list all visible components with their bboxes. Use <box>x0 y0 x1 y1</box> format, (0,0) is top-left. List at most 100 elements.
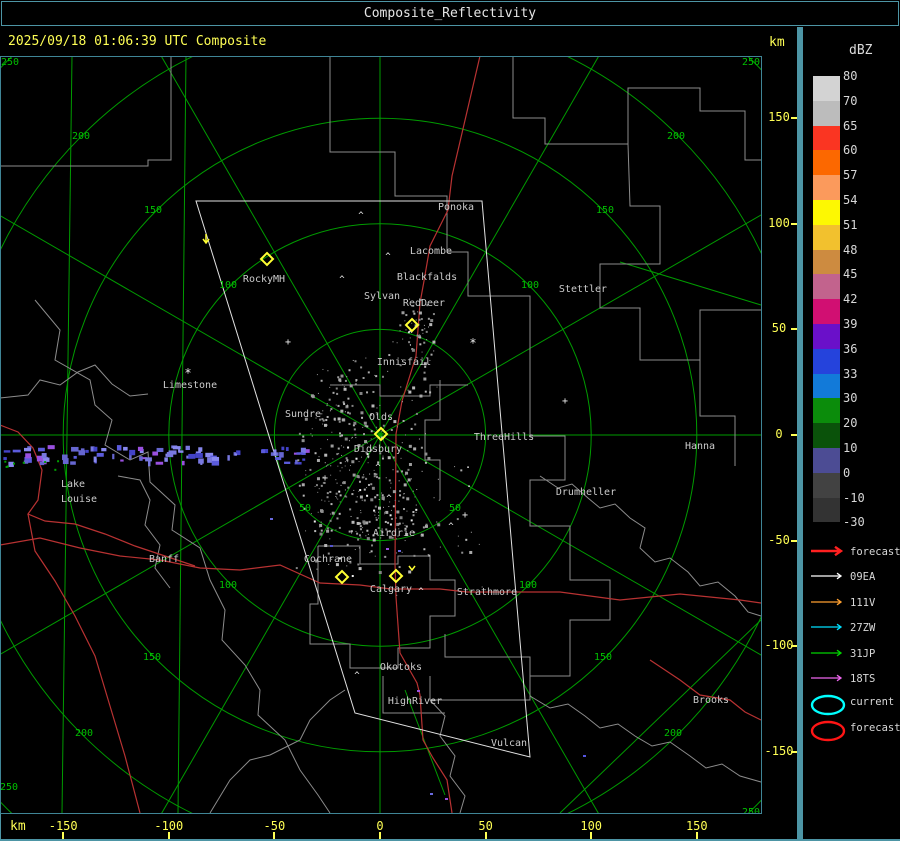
reflectivity-echo <box>405 314 408 317</box>
reflectivity-echo <box>314 485 316 487</box>
radar-map[interactable]: 50 50 100 100 100 100 150 150 150 150 200 200 200 200… <box>0 56 762 814</box>
product-timestamp: 2025/09/18 01:06:39 UTC Composite <box>8 34 267 49</box>
city-label: Drumheller <box>556 487 616 498</box>
bottom-axis-label: -100 <box>154 819 184 833</box>
reflectivity-echo <box>336 517 339 520</box>
clutter-echo <box>39 461 45 466</box>
reflectivity-echo <box>326 415 329 418</box>
clutter-echo <box>6 465 9 468</box>
reflectivity-echo <box>456 518 459 521</box>
reflectivity-echo <box>406 510 408 512</box>
ring-distance-label: 250 <box>742 57 760 68</box>
scale-value-label: 33 <box>843 366 858 381</box>
reflectivity-echo <box>430 319 434 323</box>
forecast-ellipse-icon <box>810 720 846 742</box>
city-label: Calgary <box>370 584 412 595</box>
city-label: Banff <box>149 554 179 565</box>
reflectivity-echo <box>314 530 317 533</box>
reflectivity-echo <box>347 411 350 414</box>
legend-track-111v-label: 111V <box>850 597 876 609</box>
scale-color-band <box>813 200 840 225</box>
reflectivity-echo <box>428 554 431 557</box>
reflectivity-echo <box>382 455 384 457</box>
reflectivity-echo <box>414 423 417 426</box>
reflectivity-echo <box>415 504 417 506</box>
ring-distance-label: 100 <box>219 280 237 291</box>
reflectivity-echo <box>309 468 312 471</box>
reflectivity-echo <box>412 510 415 513</box>
scale-color-band <box>813 224 840 250</box>
city-label: Didsbury <box>354 444 402 455</box>
reflectivity-echo <box>315 484 318 487</box>
clutter-echo <box>145 457 152 462</box>
caret-marker: ^ <box>386 494 392 504</box>
reflectivity-echo <box>353 428 356 431</box>
reflectivity-echo <box>385 477 387 479</box>
scale-color-band <box>813 175 840 200</box>
reflectivity-echo <box>302 435 305 438</box>
track-arrow-icon <box>811 572 843 580</box>
reflectivity-echo <box>369 473 371 475</box>
city-label: Ponoka <box>438 202 474 213</box>
clutter-echo <box>73 455 77 459</box>
reflectivity-echo <box>346 459 349 462</box>
clutter-echo <box>112 453 115 460</box>
scale-color-band <box>813 100 840 126</box>
reflectivity-echo <box>338 420 341 423</box>
bottom-axis-tick <box>379 832 381 839</box>
clutter-echo <box>25 453 32 459</box>
plus-marker: + <box>562 396 568 407</box>
clutter-echo <box>195 452 203 458</box>
reflectivity-echo <box>360 456 362 458</box>
reflectivity-echo <box>415 412 418 415</box>
reflectivity-echo <box>417 311 419 313</box>
reflectivity-echo <box>384 511 386 513</box>
track-arrow-icon <box>811 598 843 606</box>
reflectivity-echo <box>327 464 329 466</box>
clutter-echo <box>62 458 69 465</box>
reflectivity-echo <box>423 341 426 344</box>
reflectivity-echo <box>393 420 397 424</box>
reflectivity-echo <box>421 329 424 332</box>
reflectivity-echo <box>457 545 459 547</box>
reflectivity-echo <box>359 525 362 528</box>
reflectivity-echo <box>374 514 376 516</box>
scale-color-band <box>813 373 840 399</box>
reflectivity-echo <box>403 508 406 511</box>
reflectivity-echo <box>346 405 349 408</box>
reflectivity-echo <box>378 571 382 575</box>
reflectivity-echo <box>388 354 391 357</box>
scale-color-band <box>813 324 840 349</box>
legend-track-27zw-label: 27ZW <box>850 622 876 634</box>
reflectivity-echo <box>355 378 358 381</box>
reflectivity-echo <box>399 490 402 493</box>
clutter-echo <box>284 461 291 464</box>
clutter-echo <box>261 449 265 454</box>
clutter-echo <box>23 447 32 452</box>
reflectivity-echo <box>358 480 361 483</box>
reflectivity-echo <box>412 514 415 517</box>
scale-color-band <box>813 249 840 275</box>
clutter-echo <box>47 445 55 450</box>
reflectivity-echo <box>348 412 351 415</box>
reflectivity-echo <box>381 496 385 500</box>
reflectivity-echo <box>437 523 441 527</box>
reflectivity-echo <box>324 462 326 464</box>
reflectivity-echo <box>355 380 357 382</box>
reflectivity-echo <box>351 460 355 464</box>
clutter-echo <box>330 545 333 547</box>
legend-track-27zw: 27ZW <box>809 619 899 639</box>
ring-distance-label: 150 <box>144 205 162 216</box>
reflectivity-echo <box>310 433 312 435</box>
reflectivity-echo <box>332 458 334 460</box>
reflectivity-echo <box>395 552 397 554</box>
scale-value-label: 36 <box>843 341 858 356</box>
reflectivity-echo <box>457 535 459 537</box>
reflectivity-echo <box>438 499 440 501</box>
clutter-echo <box>12 449 21 453</box>
clutter-echo <box>70 461 76 465</box>
clutter-echo <box>386 548 389 550</box>
reflectivity-echo <box>426 339 428 341</box>
reflectivity-echo <box>470 531 472 533</box>
reflectivity-echo <box>424 328 426 330</box>
